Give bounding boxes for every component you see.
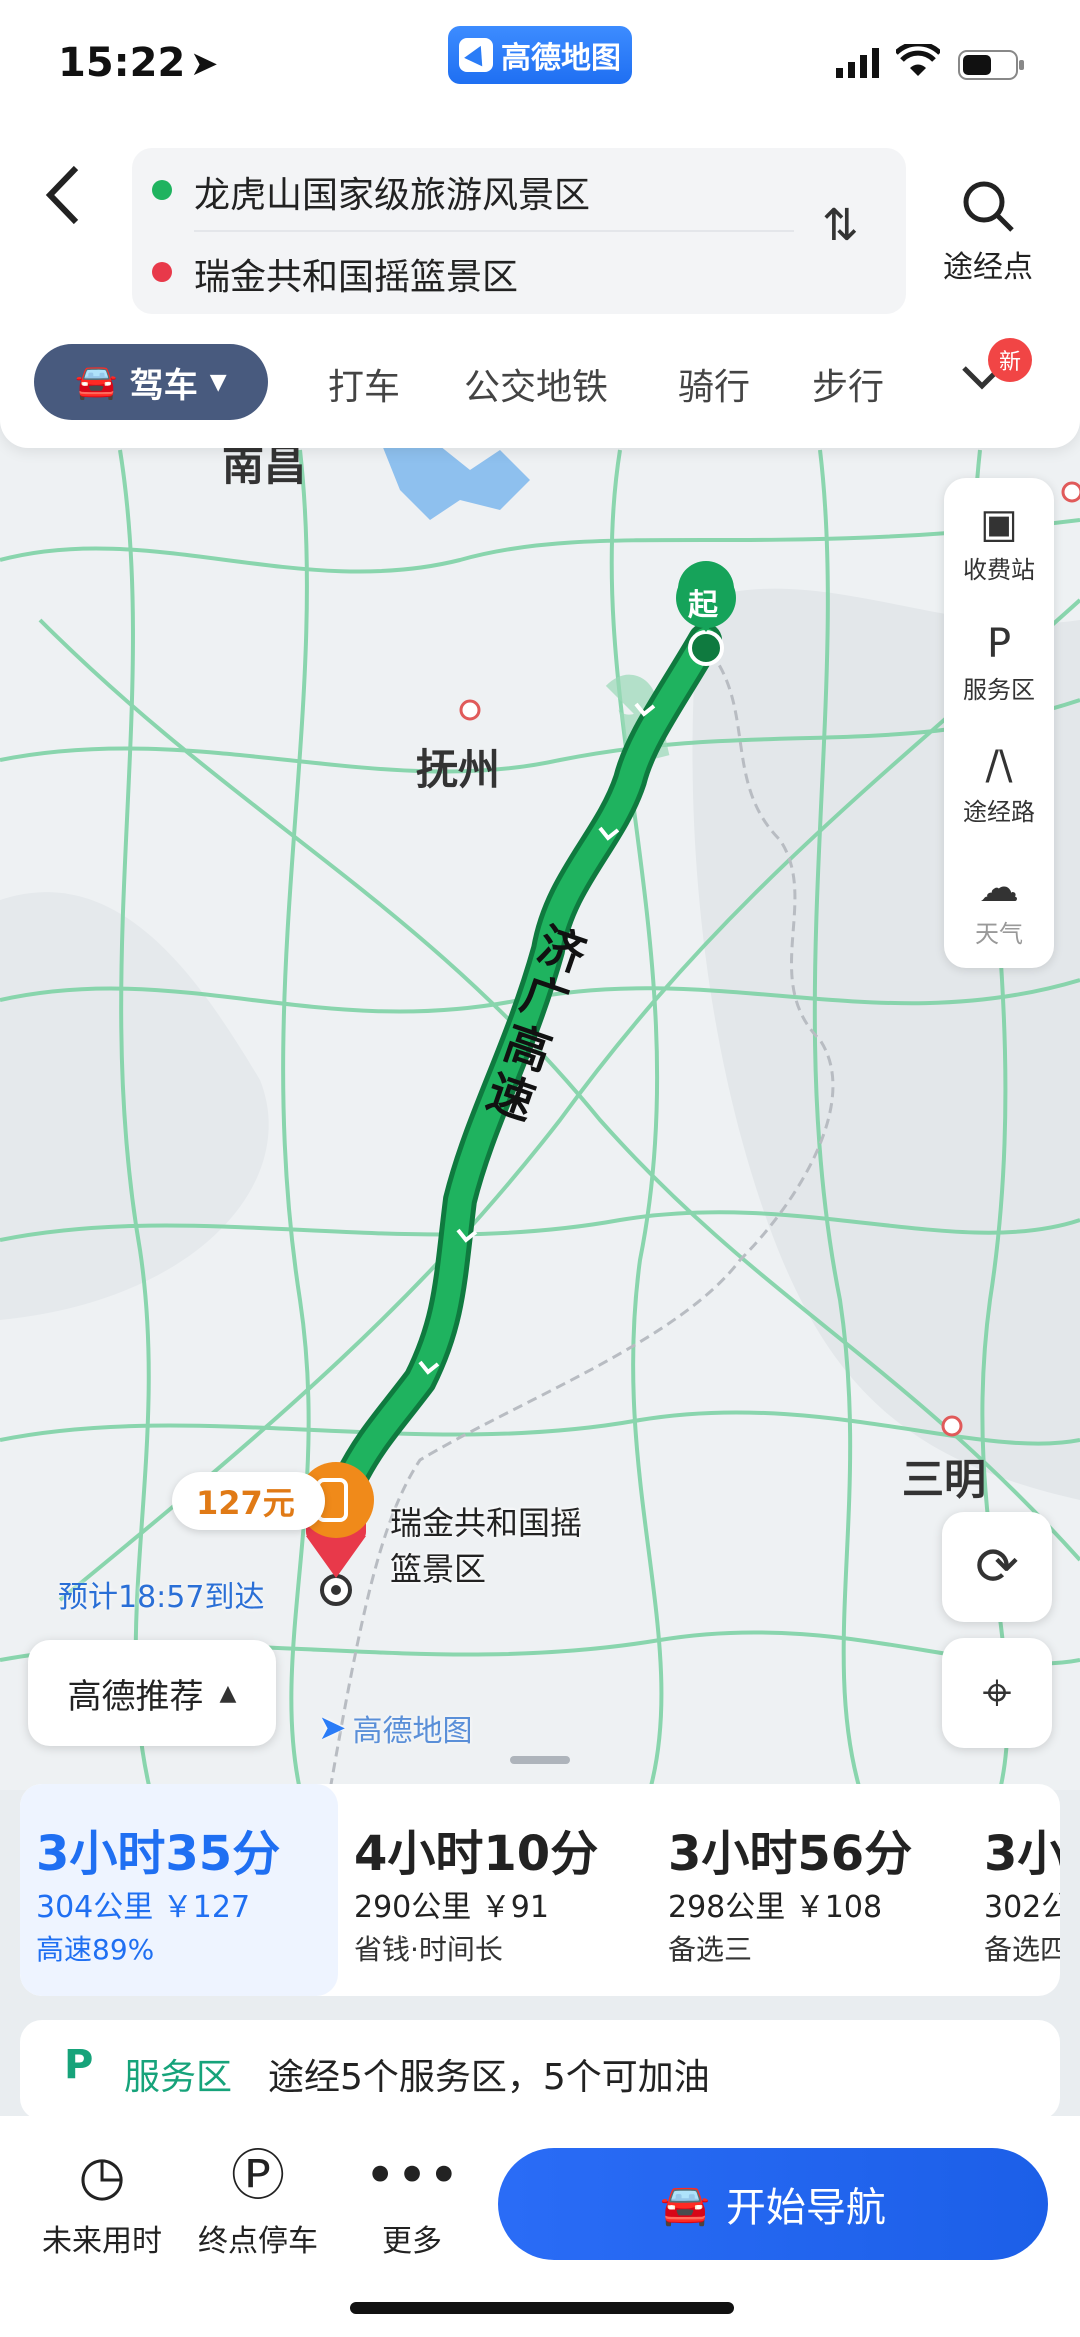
app-badge-label: 高德地图 (501, 41, 621, 76)
gaode-app-icon (459, 38, 493, 72)
map-tools-panel: ▣ 收费站 P 服务区 /\ 途经路 ☁ 天气 (944, 478, 1054, 968)
tab-taxi[interactable]: 打车 (328, 358, 400, 410)
recommend-label: 高德推荐 (67, 1676, 204, 1717)
service-area-label: 服务区 (963, 676, 1035, 704)
route-note: 备选四 (984, 1933, 1060, 1966)
caret-up-icon: ▲ (219, 1680, 237, 1706)
chevron-down-icon: ▼ (209, 369, 227, 395)
route-options-panel: 3小时35分 304公里 ￥127 高速89% 4小时10分 290公里 ￥91… (20, 1784, 1060, 1996)
route-distance-cost: 298公里 ￥108 (668, 1890, 883, 1925)
future-time-button[interactable]: ◷ 未来用时 (32, 2136, 172, 2260)
add-waypoint-button[interactable]: 途经点 (932, 178, 1044, 286)
home-indicator (350, 2302, 734, 2314)
route-header-panel: 15:22 ➤ 高德地图 龙虎山国家级旅游风景区 瑞金共和国摇篮景区 ⇅ 途经点… (0, 0, 1080, 448)
drag-handle[interactable] (510, 1756, 570, 1764)
eta-label: 预计18:57到达 (58, 1580, 265, 1615)
route-time: 4小时10分 (354, 1826, 599, 1882)
route-distance-cost: 304公里 ￥127 (36, 1890, 251, 1925)
dest-label-line1: 瑞金共和国摇 (390, 1504, 583, 1542)
route-note: 高速89% (36, 1933, 155, 1966)
car-icon: 🚘 (75, 362, 118, 402)
service-strip-title: 服务区 (124, 2057, 233, 2098)
route-option-1[interactable]: 3小时35分 304公里 ￥127 高速89% (20, 1784, 338, 1996)
parking-service-icon: P (986, 621, 1012, 667)
weather-label: 天气 (975, 920, 1023, 948)
tab-walk[interactable]: 步行 (812, 358, 884, 410)
road-icon: /\ (985, 743, 1013, 789)
wifi-icon (894, 41, 942, 82)
destination-dot-icon (152, 262, 172, 282)
toll-price-label[interactable]: 127元 (172, 1472, 325, 1530)
service-area-strip[interactable]: P 服务区 途经5个服务区，5个可加油 (20, 2020, 1060, 2120)
route-divider (194, 230, 794, 232)
origin-field[interactable]: 龙虎山国家级旅游风景区 (194, 166, 590, 218)
app-badge: 高德地图 (448, 26, 632, 84)
route-input-box: 龙虎山国家级旅游风景区 瑞金共和国摇篮景区 ⇅ (132, 148, 906, 314)
more-dots-icon: ••• (364, 2144, 460, 2207)
refresh-route-button[interactable]: ⟳ (942, 1512, 1052, 1622)
route-time: 3小时35分 (36, 1826, 281, 1882)
more-label: 更多 (382, 2224, 442, 2259)
route-distance-cost: 290公里 ￥91 (354, 1890, 549, 1925)
route-roads-label: 途经路 (963, 798, 1035, 826)
route-note: 备选三 (668, 1933, 753, 1966)
service-strip-desc: 途经5个服务区，5个可加油 (268, 2057, 710, 2098)
toll-station-icon: ▣ (980, 501, 1018, 547)
gaode-logo-icon: ➤ (318, 1708, 347, 1748)
destination-map-label: 瑞金共和国摇 篮景区 (390, 1500, 582, 1592)
route-option-3[interactable]: 3小时56分 298公里 ￥108 备选三 (652, 1784, 968, 1996)
tab-drive[interactable]: 🚘 驾车 ▼ (34, 344, 268, 420)
waypoint-label: 途经点 (943, 250, 1033, 285)
parking-service-icon: P (64, 2042, 94, 2088)
start-marker-label: 起 (688, 588, 718, 623)
refresh-icon: ⟳ (975, 1537, 1019, 1597)
locate-me-button[interactable]: ⌖ (942, 1638, 1052, 1748)
start-navigation-label: 开始导航 (725, 2185, 886, 2231)
swap-icon[interactable]: ⇅ (822, 200, 859, 251)
map-logo-text: 高德地图 (352, 1714, 473, 1749)
new-badge: 新 (988, 338, 1032, 382)
route-time: 3小 (984, 1826, 1060, 1882)
tab-bike[interactable]: 骑行 (678, 358, 750, 410)
signal-icon (836, 48, 882, 82)
route-distance-cost: 302公 (984, 1890, 1060, 1925)
dest-label-line2: 篮景区 (390, 1550, 487, 1588)
route-option-4[interactable]: 3小 302公 备选四 (968, 1784, 1060, 1996)
origin-dot-icon (152, 180, 172, 200)
location-arrow-icon: ➤ (190, 44, 219, 84)
car-icon: 🚘 (660, 2181, 710, 2228)
cloud-icon: ☁ (979, 865, 1019, 911)
battery-icon (958, 50, 1026, 84)
service-area-tool[interactable]: P 服务区 (944, 618, 1054, 705)
toll-station-tool[interactable]: ▣ 收费站 (944, 498, 1054, 585)
route-note: 省钱·时间长 (354, 1933, 503, 1966)
search-icon (963, 181, 1014, 232)
map-logo: ➤ 高德地图 (318, 1706, 473, 1750)
more-button[interactable]: ••• 更多 (342, 2136, 482, 2260)
city-label-fuzhou: 抚州 (416, 745, 501, 794)
toll-station-label: 收费站 (963, 556, 1035, 584)
tab-transit[interactable]: 公交地铁 (464, 358, 608, 410)
recommend-selector-button[interactable]: 高德推荐 ▲ (28, 1640, 276, 1746)
route-roads-tool[interactable]: /\ 途经路 (944, 740, 1054, 827)
destination-parking-button[interactable]: Ⓟ 终点停车 (188, 2136, 328, 2260)
destination-parking-label: 终点停车 (198, 2224, 318, 2259)
tab-drive-label: 驾车 (129, 365, 198, 406)
destination-field[interactable]: 瑞金共和国摇篮景区 (194, 248, 518, 300)
clock-icon: ◷ (78, 2144, 126, 2207)
status-time: 15:22 (58, 40, 186, 86)
back-button[interactable] (40, 160, 90, 230)
weather-tool[interactable]: ☁ 天气 (944, 862, 1054, 949)
future-time-label: 未来用时 (42, 2224, 162, 2259)
crosshair-icon: ⌖ (982, 1662, 1012, 1723)
route-option-2[interactable]: 4小时10分 290公里 ￥91 省钱·时间长 (338, 1784, 652, 1996)
start-navigation-button[interactable]: 🚘 开始导航 (498, 2148, 1048, 2260)
parking-pin-icon: Ⓟ (231, 2144, 285, 2207)
route-time: 3小时56分 (668, 1826, 913, 1882)
city-label-sanming: 三明 (902, 1455, 987, 1504)
